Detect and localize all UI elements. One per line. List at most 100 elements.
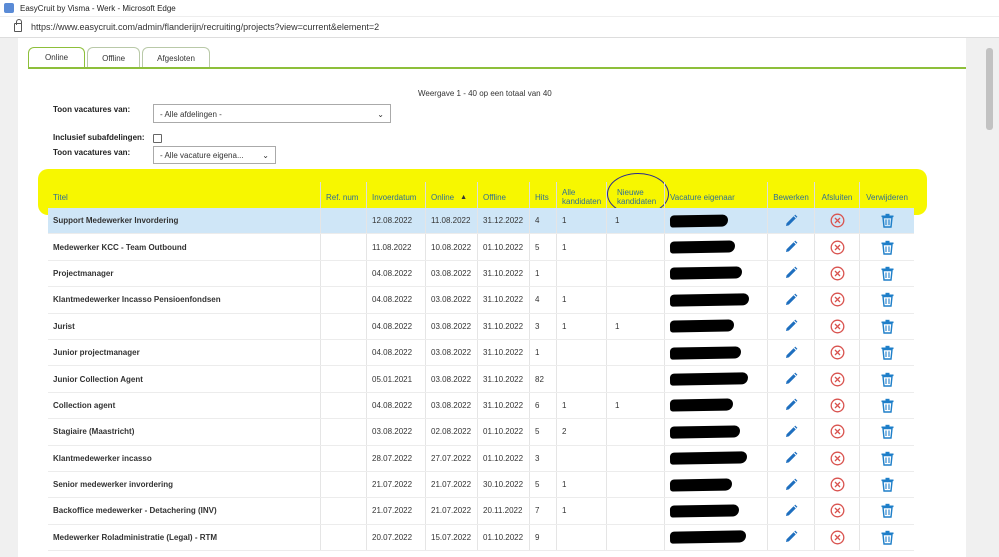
table-row[interactable]: Senior medewerker invordering 21.07.2022 2… — [48, 471, 914, 499]
table-row[interactable]: Klantmedewerker incasso 28.07.2022 27.07.2… — [48, 445, 914, 472]
tab-afgesloten[interactable]: Afgesloten — [142, 47, 210, 69]
table-row[interactable]: Collection agent 04.08.2022 03.08.2022 31.1… — [48, 392, 914, 420]
cell-title[interactable]: Projectmanager — [48, 260, 321, 287]
close-circle-icon[interactable] — [830, 530, 845, 545]
cell-new-candidates[interactable] — [607, 287, 665, 313]
cell-all-candidates[interactable]: 1 — [557, 287, 607, 313]
trash-icon[interactable] — [880, 530, 895, 545]
trash-icon[interactable] — [880, 424, 895, 440]
cell-title[interactable]: Medewerker KCC - Team Outbound — [48, 234, 321, 260]
tab-online[interactable]: Online — [28, 47, 86, 69]
trash-icon[interactable] — [880, 398, 895, 413]
cell-all-candidates[interactable]: 1 — [557, 313, 607, 339]
tab-offline[interactable]: Offline — [87, 47, 141, 69]
cell-new-candidates[interactable] — [607, 339, 665, 366]
cell-new-candidates[interactable]: 1 — [607, 392, 665, 419]
cell-title[interactable]: Senior medewerker invordering — [48, 471, 321, 498]
url-text[interactable]: https://www.easycruit.com/admin/flanderi… — [31, 22, 379, 32]
edit-pencil-icon[interactable] — [784, 346, 798, 360]
table-row[interactable]: Medewerker Roladministratie (Legal) - RT… — [48, 524, 914, 552]
cell-all-candidates[interactable] — [557, 260, 607, 287]
cell-all-candidates[interactable] — [557, 445, 607, 471]
table-row[interactable]: Projectmanager 04.08.2022 03.08.2022 31.10.… — [48, 260, 914, 288]
table-row[interactable]: Klantmedewerker Incasso Pensioenfondsen 0… — [48, 287, 914, 314]
address-bar[interactable]: https://www.easycruit.com/admin/flanderi… — [0, 17, 999, 38]
cell-all-candidates[interactable]: 1 — [557, 498, 607, 524]
close-circle-icon[interactable] — [830, 424, 845, 439]
close-circle-icon[interactable] — [830, 213, 845, 228]
cell-title[interactable]: Collection agent — [48, 392, 321, 419]
trash-icon[interactable] — [880, 477, 895, 492]
close-circle-icon[interactable] — [830, 319, 845, 334]
cell-title[interactable]: Klantmedewerker incasso — [48, 445, 321, 471]
trash-icon[interactable] — [880, 345, 895, 360]
close-circle-icon[interactable] — [830, 292, 845, 307]
cell-new-candidates[interactable] — [607, 524, 665, 551]
close-circle-icon[interactable] — [830, 240, 845, 255]
cell-all-candidates[interactable]: 1 — [557, 208, 607, 234]
edit-pencil-icon[interactable] — [784, 240, 798, 254]
trash-icon[interactable] — [880, 451, 895, 466]
table-row[interactable]: Support Medewerker Invordering 12.08.2022… — [48, 208, 914, 235]
owner-select[interactable]: - Alle vacature eigena... ⌄ — [153, 146, 276, 164]
edit-pencil-icon[interactable] — [784, 372, 798, 386]
table-row[interactable]: Backoffice medewerker - Detachering (INV… — [48, 498, 914, 525]
cell-new-candidates[interactable] — [607, 419, 665, 445]
cell-title[interactable]: Backoffice medewerker - Detachering (INV… — [48, 498, 321, 524]
table-row[interactable]: Junior Collection Agent 05.01.2021 03.08.2… — [48, 366, 914, 393]
trash-icon[interactable] — [880, 240, 895, 255]
cell-all-candidates[interactable]: 1 — [557, 471, 607, 498]
close-circle-icon[interactable] — [830, 477, 845, 492]
edit-pencil-icon[interactable] — [784, 451, 798, 465]
trash-icon[interactable] — [880, 266, 895, 281]
close-circle-icon[interactable] — [830, 266, 845, 281]
cell-new-candidates[interactable]: 1 — [607, 208, 665, 234]
cell-title[interactable]: Junior projectmanager — [48, 339, 321, 366]
cell-new-candidates[interactable]: 1 — [607, 313, 665, 339]
cell-all-candidates[interactable]: 1 — [557, 234, 607, 260]
trash-icon[interactable] — [880, 503, 895, 519]
edit-pencil-icon[interactable] — [784, 530, 798, 544]
table-row[interactable]: Junior projectmanager 04.08.2022 03.08.202… — [48, 339, 914, 367]
cell-all-candidates[interactable] — [557, 366, 607, 392]
edit-pencil-icon[interactable] — [784, 504, 798, 518]
edit-pencil-icon[interactable] — [784, 319, 798, 333]
close-circle-icon[interactable] — [830, 503, 845, 518]
cell-new-candidates[interactable] — [607, 260, 665, 287]
trash-icon[interactable] — [880, 292, 895, 308]
subdepartments-checkbox[interactable] — [153, 134, 162, 143]
cell-new-candidates[interactable] — [607, 498, 665, 524]
close-circle-icon[interactable] — [830, 451, 845, 466]
edit-pencil-icon[interactable] — [784, 425, 798, 439]
departments-select[interactable]: - Alle afdelingen - ⌄ — [153, 104, 391, 123]
cell-all-candidates[interactable]: 1 — [557, 392, 607, 419]
cell-title[interactable]: Klantmedewerker Incasso Pensioenfondsen — [48, 287, 321, 313]
close-circle-icon[interactable] — [830, 345, 845, 360]
trash-icon[interactable] — [880, 213, 895, 228]
edit-pencil-icon[interactable] — [784, 266, 798, 280]
table-row[interactable]: Medewerker KCC - Team Outbound 11.08.2022… — [48, 234, 914, 261]
trash-icon[interactable] — [880, 319, 895, 334]
cell-new-candidates[interactable] — [607, 234, 665, 260]
scrollbar-thumb[interactable] — [986, 48, 993, 130]
cell-all-candidates[interactable] — [557, 339, 607, 366]
cell-new-candidates[interactable] — [607, 366, 665, 392]
trash-icon[interactable] — [880, 372, 895, 387]
cell-new-candidates[interactable] — [607, 471, 665, 498]
edit-pencil-icon[interactable] — [784, 214, 798, 228]
edit-pencil-icon[interactable] — [784, 478, 798, 492]
cell-all-candidates[interactable] — [557, 524, 607, 551]
cell-title[interactable]: Support Medewerker Invordering — [48, 208, 321, 234]
cell-all-candidates[interactable]: 2 — [557, 419, 607, 445]
cell-title[interactable]: Junior Collection Agent — [48, 366, 321, 392]
cell-new-candidates[interactable] — [607, 445, 665, 471]
cell-title[interactable]: Medewerker Roladministratie (Legal) - RT… — [48, 524, 321, 551]
table-row[interactable]: Stagiaire (Maastricht) 03.08.2022 02.08.20… — [48, 419, 914, 446]
cell-title[interactable]: Jurist — [48, 313, 321, 339]
cell-title[interactable]: Stagiaire (Maastricht) — [48, 419, 321, 445]
table-row[interactable]: Jurist 04.08.2022 03.08.2022 31.10.2022 3 1 1 — [48, 313, 914, 340]
edit-pencil-icon[interactable] — [784, 398, 798, 412]
edit-pencil-icon[interactable] — [784, 293, 798, 307]
close-circle-icon[interactable] — [830, 372, 845, 387]
close-circle-icon[interactable] — [830, 398, 845, 413]
